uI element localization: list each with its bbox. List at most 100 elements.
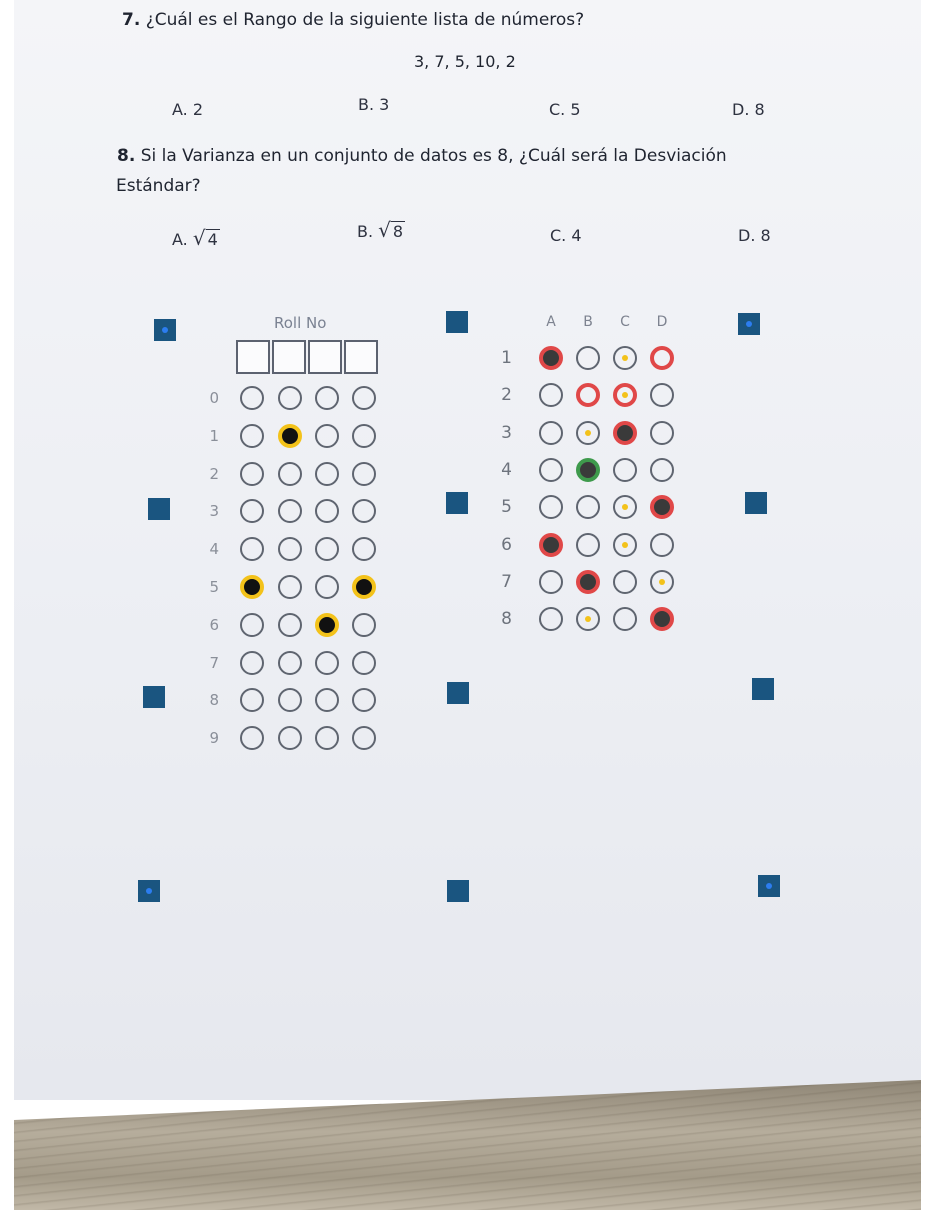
answer-bubble[interactable] — [613, 495, 637, 520]
question-8-text-line1: Si la Varianza en un conjunto de datos e… — [140, 146, 727, 166]
roll-row-label: 5 — [209, 578, 219, 596]
question-7-option-c: C. 5 — [549, 100, 581, 119]
answer-bubble[interactable] — [539, 607, 563, 632]
answer-bubble[interactable] — [539, 569, 563, 594]
roll-bubble[interactable] — [315, 537, 339, 562]
roll-no-digit-box[interactable] — [344, 340, 378, 374]
answer-bubble[interactable] — [613, 532, 637, 557]
answer-bubble[interactable] — [539, 457, 563, 482]
roll-bubble[interactable] — [315, 386, 339, 410]
answer-bubble[interactable] — [650, 346, 674, 370]
answer-bubble[interactable] — [539, 495, 563, 520]
roll-bubble[interactable] — [278, 650, 302, 675]
registration-marker — [446, 311, 468, 333]
roll-bubble[interactable] — [352, 650, 376, 675]
roll-bubble[interactable] — [278, 386, 302, 410]
answer-bubble[interactable] — [650, 532, 674, 557]
roll-bubble[interactable] — [278, 461, 302, 486]
roll-bubble[interactable] — [240, 423, 264, 448]
roll-bubble[interactable] — [278, 423, 302, 448]
roll-bubble[interactable] — [315, 650, 339, 675]
roll-bubble[interactable] — [352, 612, 376, 637]
registration-marker-dotted — [738, 313, 760, 335]
roll-row-label: 1 — [209, 426, 219, 445]
selected-dot — [622, 355, 628, 361]
answer-bubble[interactable] — [613, 346, 637, 370]
roll-bubble[interactable] — [240, 386, 264, 410]
question-8-option-b: B. √ 8 — [357, 218, 406, 242]
roll-bubble[interactable] — [240, 726, 264, 751]
question-number: 5 — [501, 497, 512, 518]
answer-bubble[interactable] — [650, 569, 674, 594]
option-a-radicand: 4 — [205, 229, 220, 249]
answer-bubble[interactable] — [650, 420, 674, 445]
roll-no-digit-box[interactable] — [272, 340, 306, 374]
registration-marker-dotted — [138, 880, 160, 902]
roll-row-label: 6 — [209, 615, 219, 634]
roll-bubble[interactable] — [315, 461, 339, 486]
roll-row-label: 9 — [209, 729, 219, 748]
answer-bubble[interactable] — [576, 346, 600, 370]
roll-bubble[interactable] — [352, 575, 376, 599]
roll-bubble[interactable] — [240, 612, 264, 637]
roll-bubble[interactable] — [240, 537, 264, 562]
question-8-number: 8. — [117, 146, 136, 166]
answer-bubble[interactable] — [613, 569, 637, 594]
question-number: 2 — [501, 385, 512, 406]
roll-bubble[interactable] — [278, 537, 302, 562]
roll-bubble[interactable] — [278, 612, 302, 637]
roll-bubble[interactable] — [240, 461, 264, 486]
answer-bubble[interactable] — [539, 532, 563, 557]
roll-bubble[interactable] — [352, 386, 376, 410]
sqrt-icon: √ — [378, 218, 391, 242]
option-b-prefix: B. — [357, 222, 374, 241]
answer-bubble[interactable] — [576, 569, 600, 594]
roll-bubble[interactable] — [315, 575, 339, 599]
roll-bubble[interactable] — [352, 726, 376, 751]
question-8-option-c: C. 4 — [550, 226, 582, 245]
roll-bubble[interactable] — [240, 575, 264, 599]
roll-bubble[interactable] — [315, 423, 339, 448]
registration-marker-dotted — [154, 319, 176, 341]
question-7-option-d: D. 8 — [732, 100, 765, 119]
question-7-option-a: A. 2 — [172, 100, 204, 119]
roll-bubble[interactable] — [240, 650, 264, 675]
roll-bubble[interactable] — [352, 423, 376, 448]
roll-no-digit-box[interactable] — [236, 340, 270, 374]
answer-column-label: D — [656, 314, 668, 330]
answer-bubble[interactable] — [539, 420, 563, 445]
answer-bubble[interactable] — [613, 607, 637, 632]
roll-row-label: 7 — [209, 653, 219, 672]
roll-bubble[interactable] — [315, 612, 339, 637]
answer-bubble[interactable] — [576, 607, 600, 632]
registration-marker-dotted — [758, 875, 780, 897]
answer-bubble[interactable] — [576, 532, 600, 557]
answer-bubble[interactable] — [650, 457, 674, 482]
roll-bubble[interactable] — [278, 575, 302, 599]
question-8: 8. Si la Varianza en un conjunto de dato… — [117, 146, 727, 166]
answer-bubble[interactable] — [576, 495, 600, 520]
roll-row-label: 3 — [209, 502, 219, 521]
question-number: 7 — [501, 571, 512, 592]
roll-no-digit-box[interactable] — [308, 340, 342, 374]
roll-bubble[interactable] — [278, 726, 302, 751]
answer-bubble[interactable] — [650, 495, 674, 520]
answer-bubble[interactable] — [650, 607, 674, 632]
question-7-text: ¿Cuál es el Rango de la siguiente lista … — [145, 10, 585, 30]
selected-dot — [622, 392, 628, 399]
answer-bubble[interactable] — [613, 457, 637, 482]
roll-bubble[interactable] — [352, 537, 376, 562]
answer-bubble[interactable] — [576, 420, 600, 445]
selected-dot — [659, 578, 665, 585]
roll-bubble[interactable] — [315, 726, 339, 751]
answer-bubble[interactable] — [539, 346, 563, 370]
answer-bubble[interactable] — [576, 457, 600, 482]
roll-row-label: 4 — [209, 540, 219, 559]
registration-marker — [447, 682, 469, 704]
marker-dot — [146, 888, 152, 894]
registration-marker — [148, 498, 170, 520]
answer-bubble[interactable] — [613, 420, 637, 445]
marker-dot — [766, 883, 772, 889]
roll-bubble[interactable] — [352, 461, 376, 486]
roll-row-label: 2 — [209, 464, 219, 483]
